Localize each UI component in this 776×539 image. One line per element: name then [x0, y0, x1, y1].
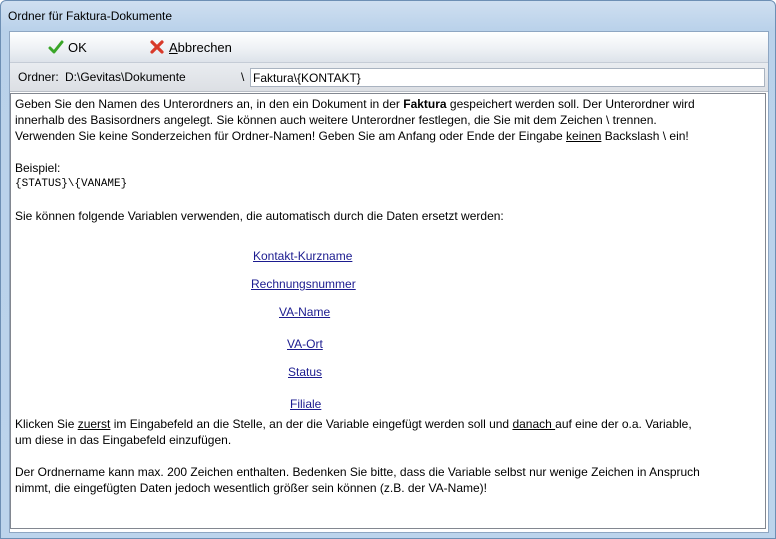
instruction-line-1: Klicken Sie zuerst im Eingabefeld an die…	[15, 417, 692, 431]
instruction-line-2: um diese in das Eingabefeld einzufügen.	[15, 433, 232, 447]
ok-button[interactable]: OK	[48, 38, 87, 56]
intro-line-3: Verwenden Sie keine Sonderzeichen für Or…	[15, 129, 689, 143]
variable-link-filiale[interactable]: Filiale	[290, 397, 321, 411]
cancel-button-label: Abbrechen	[169, 39, 232, 55]
intro-line-1: Geben Sie den Namen des Unterordners an,…	[15, 97, 695, 111]
red-x-icon	[150, 40, 164, 54]
example-code: {STATUS}\{VANAME}	[15, 178, 128, 190]
cancel-button[interactable]: Abbrechen	[149, 38, 232, 56]
folder-path-bar: Ordner: D:\Gevitas\Dokumente \	[10, 63, 768, 92]
limit-note-line-1: Der Ordnername kann max. 200 Zeichen ent…	[15, 465, 700, 479]
variables-intro: Sie können folgende Variablen verwenden,…	[15, 209, 504, 223]
folder-label: Ordner:	[18, 70, 59, 84]
subfolder-input[interactable]	[250, 68, 765, 87]
dialog-window: Ordner für Faktura-Dokumente OK Abbreche…	[0, 0, 776, 539]
title-bar[interactable]: Ordner für Faktura-Dokumente	[1, 1, 775, 31]
ok-button-label: OK	[68, 39, 87, 55]
base-folder-path: D:\Gevitas\Dokumente	[65, 70, 186, 84]
variable-link-status[interactable]: Status	[288, 365, 322, 379]
variable-link-va-ort[interactable]: VA-Ort	[287, 337, 323, 351]
limit-note-line-2: nimmt, die eingefügten Daten jedoch wese…	[15, 481, 488, 495]
variable-link-rechnungsnummer[interactable]: Rechnungsnummer	[251, 277, 356, 291]
client-area: OK Abbrechen Ordner: D:\Gevitas\Dokument…	[9, 31, 769, 533]
window-title: Ordner für Faktura-Dokumente	[8, 9, 173, 23]
toolbar: OK Abbrechen	[10, 32, 768, 63]
intro-line-2: innerhalb des Basisordners angelegt. Sie…	[15, 113, 657, 127]
variable-link-va-name[interactable]: VA-Name	[279, 305, 330, 319]
variable-link-kontakt-kurzname[interactable]: Kontakt-Kurzname	[253, 249, 352, 263]
example-label: Beispiel:	[15, 161, 61, 175]
path-separator: \	[241, 70, 245, 84]
checkmark-icon	[48, 40, 64, 54]
help-text-panel: Geben Sie den Namen des Unterordners an,…	[10, 93, 766, 529]
